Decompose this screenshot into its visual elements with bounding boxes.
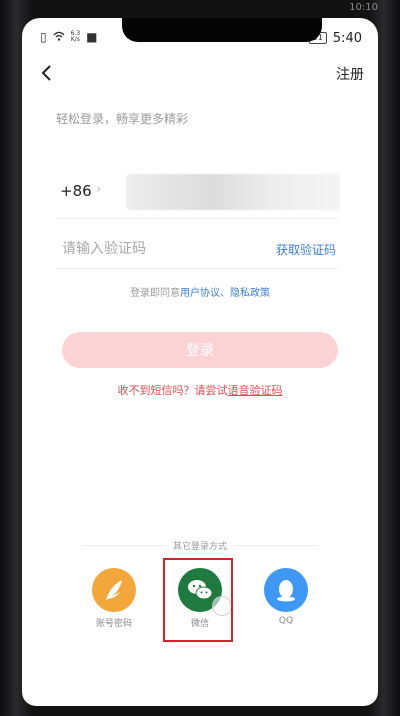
method-label: QQ — [278, 616, 294, 626]
user-agreement-link[interactable]: 用户协议 — [180, 288, 220, 299]
method-label: 账号密码 — [95, 619, 132, 629]
camera-notch — [122, 18, 322, 42]
country-code[interactable]: +86 — [60, 182, 92, 200]
outer-status-bar: 10:10 — [0, 0, 400, 18]
back-button[interactable] — [36, 62, 58, 84]
phone-row: +86 › — [56, 168, 340, 219]
sim-card-icon: ▯ — [40, 30, 47, 44]
chevron-left-icon — [41, 65, 51, 81]
outer-clock: 10:10 — [349, 2, 378, 13]
sms-hint: 收不到短信吗？请尝试语音验证码 — [117, 384, 283, 397]
verification-code-input[interactable] — [60, 236, 234, 262]
app-screen: ▯ 6.3 K/s ■ 51 5:40 注册 轻松登录，畅享更多精彩 +86 › — [22, 18, 378, 706]
account-password-login[interactable]: 账号密码 — [84, 568, 144, 629]
qq-login[interactable]: QQ — [256, 568, 316, 626]
wechat-highlight-box — [163, 558, 233, 642]
agreement-text: 登录即同意用户协议、隐私政策 — [130, 288, 270, 299]
code-row: 获取验证码 — [56, 228, 338, 269]
clock: 5:40 — [332, 30, 362, 46]
network-speed: 6.3 K/s — [70, 30, 81, 43]
voice-code-link[interactable]: 语音验证码 — [228, 384, 283, 397]
privacy-policy-link[interactable]: 隐私政策 — [230, 288, 270, 299]
notification-square-icon: ■ — [86, 30, 98, 44]
phone-number-input[interactable] — [126, 174, 340, 210]
get-code-button[interactable]: 获取验证码 — [276, 241, 336, 258]
login-button[interactable]: 登录 — [62, 332, 338, 368]
wifi-icon — [53, 31, 65, 43]
feather-icon — [92, 568, 136, 612]
chevron-right-icon: › — [96, 182, 102, 197]
other-login-divider: 其它登录方式 — [82, 539, 318, 552]
qq-penguin-icon — [264, 568, 308, 612]
slogan: 轻松登录，畅享更多精彩 — [56, 112, 189, 126]
other-login-title: 其它登录方式 — [172, 542, 227, 552]
register-link[interactable]: 注册 — [336, 64, 364, 84]
